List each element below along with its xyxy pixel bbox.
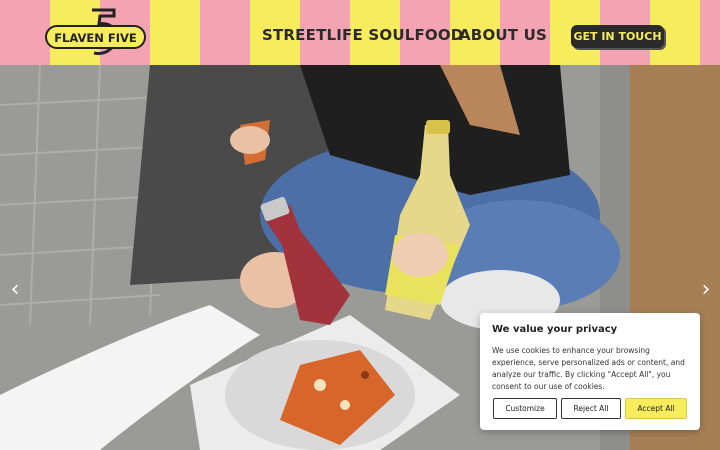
svg-text:FLAVEN FIVE: FLAVEN FIVE xyxy=(54,31,137,45)
cookie-customize-button[interactable]: Customize xyxy=(493,398,557,419)
cookie-consent-banner: We value your privacy We use cookies to … xyxy=(480,313,700,430)
nav-streetlife-soulfood[interactable]: STREETLIFE SOULFOOD xyxy=(262,26,463,44)
nav-about-us[interactable]: ABOUT US xyxy=(459,26,547,44)
slider-prev-button[interactable]: ‹ xyxy=(5,278,25,302)
cookie-button-group: Customize Reject All Accept All xyxy=(493,398,687,419)
chevron-left-icon: ‹ xyxy=(10,277,20,302)
flaven-five-logo[interactable]: FLAVEN FIVE xyxy=(44,6,148,60)
get-in-touch-button[interactable]: GET IN TOUCH xyxy=(571,25,664,48)
cookie-title: We value your privacy xyxy=(492,324,618,335)
cookie-accept-all-button[interactable]: Accept All xyxy=(625,398,687,419)
chevron-right-icon: › xyxy=(701,277,711,302)
cookie-description: We use cookies to enhance your browsing … xyxy=(492,346,685,391)
slider-next-button[interactable]: › xyxy=(696,278,716,302)
site-header: FLAVEN FIVE STREETLIFE SOULFOOD ABOUT US… xyxy=(0,0,720,65)
cookie-reject-all-button[interactable]: Reject All xyxy=(561,398,621,419)
